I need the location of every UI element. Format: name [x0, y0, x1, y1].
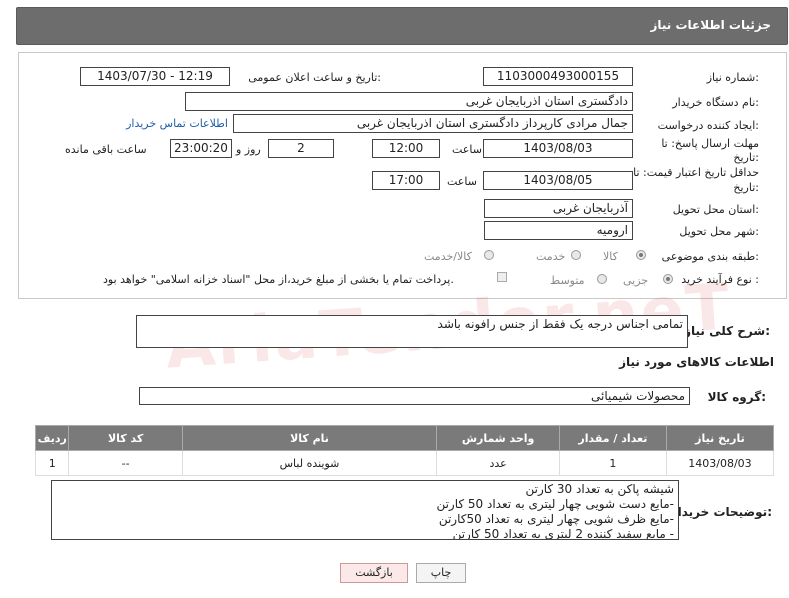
- deadline-time-field: 12:00: [372, 139, 440, 158]
- deadline-date-field: 1403/08/03: [483, 139, 633, 158]
- column-header-quantity: تعداد / مقدار: [558, 425, 667, 451]
- announce-field: 1403/07/30 - 12:19: [80, 67, 230, 86]
- category-option-service: خدمت: [536, 250, 566, 263]
- description-label: شرح کلی نیاز:: [684, 324, 770, 338]
- buyer-org-label: نام دستگاه خریدار:: [672, 96, 759, 109]
- column-header-date: تاریخ نیاز: [665, 425, 775, 451]
- price-validity-time-label: ساعت: [447, 175, 477, 188]
- remaining-time-field: 23:00:20: [170, 139, 232, 158]
- category-option-goods: کالا: [603, 250, 618, 263]
- items-table: ردیف کد کالا نام کالا واحد شمارش تعداد /…: [34, 425, 775, 476]
- requester-field: جمال مرادی کارپرداز دادگستری استان اذربا…: [233, 114, 633, 133]
- cell-row-number: 1: [34, 450, 70, 476]
- province-field: آذربایجان غربی: [484, 199, 633, 218]
- buyer-note-line: -مایع ظرف شویی چهار لیتری به تعداد 50کار…: [438, 512, 674, 526]
- goods-group-label: گروه کالا:: [707, 390, 766, 404]
- deadline-time-label: ساعت: [452, 143, 482, 156]
- goods-group-field: محصولات شیمیائی: [139, 387, 690, 405]
- cell-code: --: [68, 450, 183, 476]
- description-field: تمامی اجناس درجه یک فقط از جنس رافونه با…: [136, 315, 688, 348]
- category-radio-goods[interactable]: [636, 250, 646, 260]
- days-field: 2: [268, 139, 334, 158]
- deadline-date-label: تاریخ:: [733, 151, 759, 164]
- column-header-name: نام کالا: [181, 425, 438, 451]
- column-header-row: ردیف: [34, 425, 70, 451]
- city-label: شهر محل تحویل:: [679, 225, 759, 238]
- table-header-row: ردیف کد کالا نام کالا واحد شمارش تعداد /…: [34, 425, 775, 451]
- need-number-label: شماره نیاز:: [706, 71, 759, 84]
- remaining-label: ساعت باقی مانده: [65, 143, 147, 156]
- buyer-notes-field: شیشه پاکن به تعداد 30 کارتن -مایع دست شو…: [51, 480, 679, 540]
- print-button[interactable]: چاپ: [416, 563, 466, 583]
- city-field: ارومیه: [484, 221, 633, 240]
- cell-date: 1403/08/03: [665, 450, 775, 476]
- price-validity-time-field: 17:00: [372, 171, 440, 190]
- days-label: روز و: [236, 143, 261, 156]
- buyer-org-field: دادگستری استان اذربایجان غربی: [185, 92, 633, 111]
- buyer-note-line: -مایع دست شویی چهار لیتری به تعداد 50 کا…: [436, 497, 674, 511]
- column-header-unit: واحد شمارش: [436, 425, 560, 451]
- back-button[interactable]: بازگشت: [340, 563, 408, 583]
- table-row: 1 -- شوینده لباس عدد 1 1403/08/03: [34, 450, 775, 476]
- cell-unit: عدد: [436, 450, 560, 476]
- goods-section-title: اطلاعات کالاهای مورد نیاز: [619, 355, 774, 369]
- contact-info-link[interactable]: اطلاعات تماس خریدار: [126, 117, 228, 130]
- category-option-goods-service: کالا/خدمت: [424, 250, 472, 263]
- page-title: جزئیات اطلاعات نیاز: [650, 18, 771, 32]
- price-validity-date-label: تاریخ:: [733, 181, 759, 194]
- buyer-note-line: شیشه پاکن به تعداد 30 کارتن: [525, 482, 674, 496]
- announce-label: تاریخ و ساعت اعلان عمومی:: [248, 71, 381, 84]
- province-label: استان محل تحویل:: [672, 203, 759, 216]
- requester-label: ایجاد کننده درخواست:: [657, 119, 759, 132]
- buyer-notes-label: توضیحات خریدار:: [670, 505, 772, 519]
- cell-name: شوینده لباس: [181, 450, 438, 476]
- category-label: طبقه بندی موضوعی:: [661, 250, 759, 263]
- buyer-note-line: - مایع سفید کننده 2 لیتری به تعداد 50 کا…: [452, 527, 674, 540]
- page-header: جزئیات اطلاعات نیاز: [16, 7, 788, 45]
- treasury-payment-note: پرداخت تمام یا بخشی از مبلغ خرید،از محل …: [103, 273, 454, 286]
- treasury-payment-checkbox[interactable]: [497, 272, 507, 282]
- cell-quantity: 1: [558, 450, 667, 476]
- column-header-code: کد کالا: [68, 425, 183, 451]
- price-validity-date-field: 1403/08/05: [483, 171, 633, 190]
- price-validity-label: حداقل تاریخ اعتبار قیمت: تا: [633, 166, 759, 179]
- need-number-field: 1103000493000155: [483, 67, 633, 86]
- category-radio-goods-service[interactable]: [484, 250, 494, 260]
- category-radio-service[interactable]: [571, 250, 581, 260]
- deadline-label: مهلت ارسال پاسخ: تا: [661, 137, 759, 150]
